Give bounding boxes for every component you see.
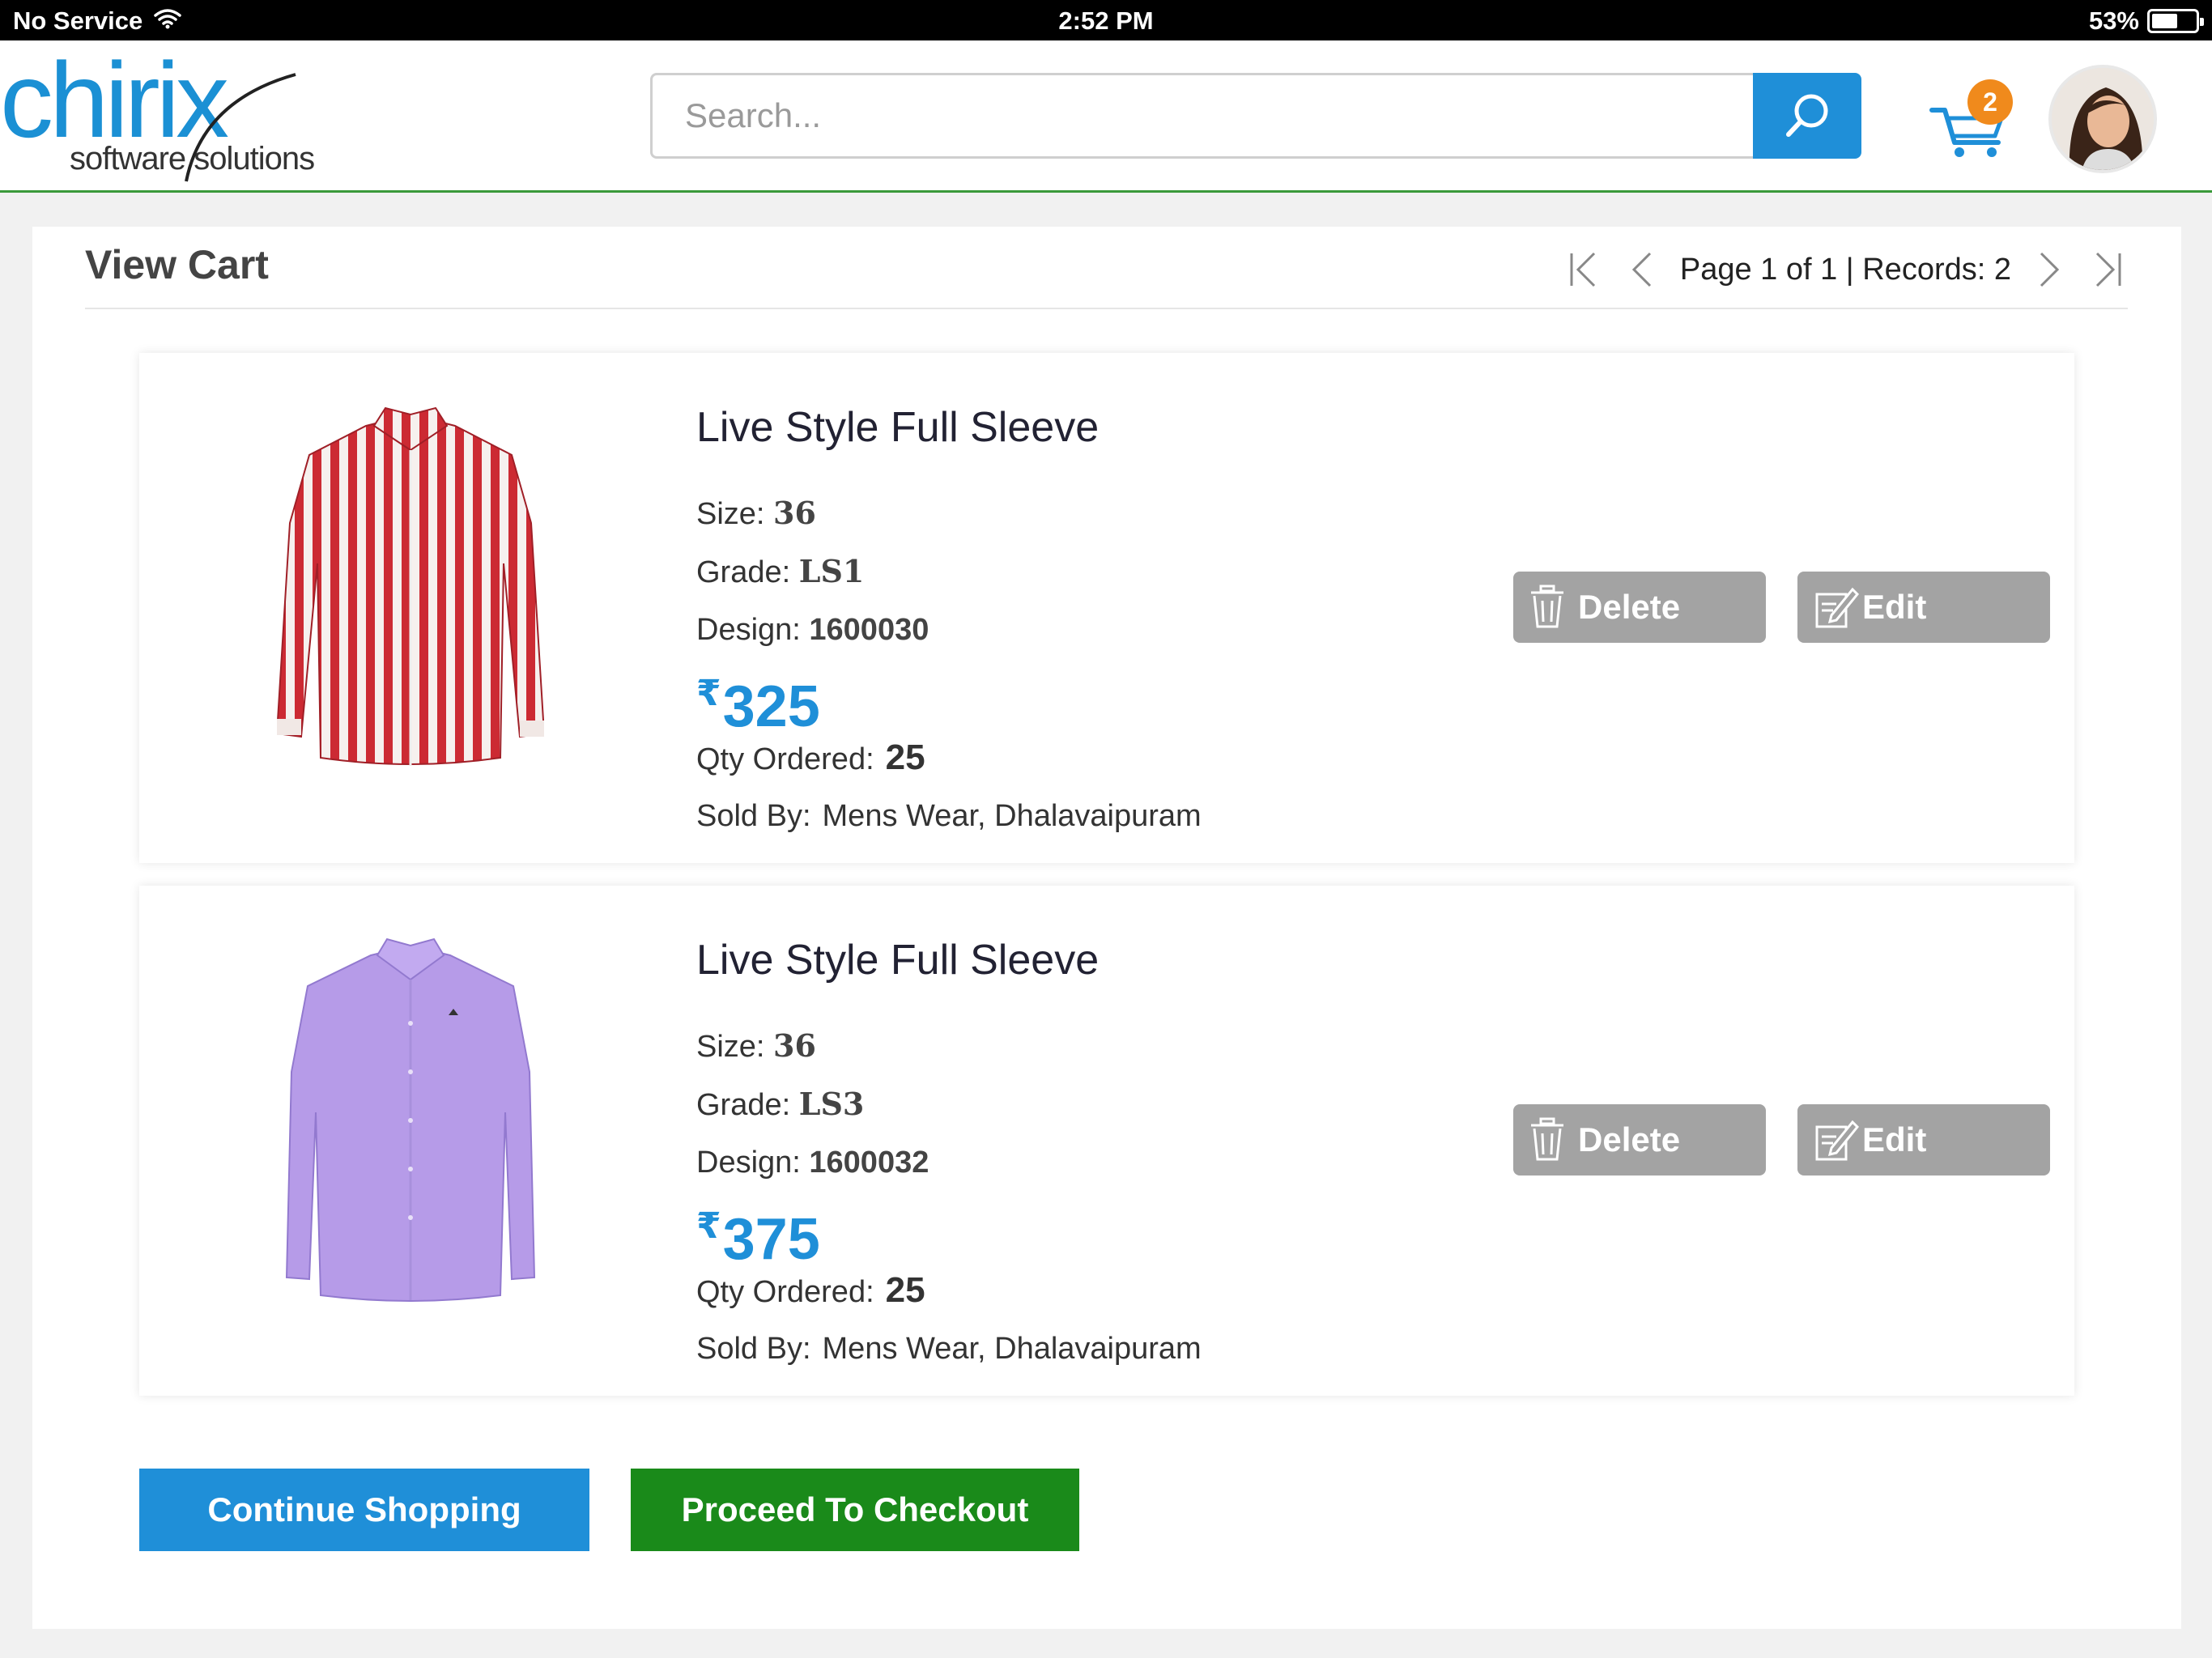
- qty-label: Qty Ordered:: [696, 742, 874, 776]
- size-label: Size:: [696, 1030, 765, 1064]
- grade-label: Grade:: [696, 1088, 791, 1122]
- user-avatar[interactable]: [2048, 65, 2157, 173]
- trash-icon: [1531, 585, 1563, 628]
- battery-icon: [2147, 9, 2204, 33]
- size-row: Size: 36: [696, 484, 1202, 542]
- edit-icon: [1815, 1120, 1859, 1161]
- qty-row: Qty Ordered: 25: [696, 729, 1202, 787]
- chirix-logo[interactable]: chirix software solutions: [0, 47, 340, 189]
- next-page-icon[interactable]: [2031, 247, 2069, 292]
- grade-row: Grade: LS3: [696, 1075, 1202, 1133]
- rupee-icon: ₹: [696, 674, 721, 713]
- design-row: Design: 1600030: [696, 601, 1202, 659]
- sold-by-label: Sold By:: [696, 799, 811, 833]
- first-page-icon[interactable]: [1563, 247, 1602, 292]
- sold-by-label: Sold By:: [696, 1332, 811, 1366]
- proceed-to-checkout-button[interactable]: Proceed To Checkout: [631, 1469, 1079, 1551]
- grade-row: Grade: LS1: [696, 542, 1202, 601]
- rupee-icon: ₹: [696, 1206, 721, 1246]
- cart-item: Live Style Full Sleeve Size: 36 Grade: L…: [139, 353, 2074, 863]
- size-label: Size:: [696, 497, 765, 531]
- sold-by-row: Sold By: Mens Wear, Dhalavaipuram: [696, 787, 1202, 845]
- avatar-photo: [2052, 68, 2154, 170]
- prev-page-icon[interactable]: [1622, 247, 1661, 292]
- grade-value: LS1: [798, 553, 865, 589]
- search-button[interactable]: [1753, 73, 1861, 159]
- size-row: Size: 36: [696, 1017, 1202, 1075]
- delete-button[interactable]: Delete: [1513, 1104, 1766, 1175]
- price: ₹375: [696, 1192, 1202, 1272]
- qty-value: 25: [885, 738, 925, 777]
- search-icon: [1786, 94, 1828, 137]
- cart-panel: View Cart Page 1 of 1 | Records: 2 Live …: [32, 227, 2181, 1629]
- sold-by-row: Sold By: Mens Wear, Dhalavaipuram: [696, 1320, 1202, 1378]
- edit-icon: [1815, 587, 1859, 628]
- app-header: chirix software solutions 2: [0, 40, 2212, 193]
- page-title: View Cart: [85, 242, 269, 287]
- delete-label: Delete: [1578, 588, 1681, 626]
- trash-icon: [1531, 1117, 1563, 1161]
- edit-button[interactable]: Edit: [1797, 1104, 2050, 1175]
- price: ₹325: [696, 659, 1202, 739]
- cart-item: Live Style Full Sleeve Size: 36 Grade: L…: [139, 886, 2074, 1396]
- title-divider: [85, 308, 2128, 309]
- grade-value: LS3: [798, 1086, 865, 1122]
- cart-count-badge: 2: [1967, 79, 2013, 125]
- product-image-red-shirt: [277, 406, 544, 766]
- qty-label: Qty Ordered:: [696, 1275, 874, 1309]
- search-bar: [650, 73, 1861, 159]
- delete-button[interactable]: Delete: [1513, 572, 1766, 643]
- pagination: Page 1 of 1 | Records: 2: [1563, 241, 2128, 298]
- design-label: Design:: [696, 613, 801, 647]
- edit-label: Edit: [1862, 1120, 1927, 1158]
- battery-percent: 53%: [2088, 6, 2139, 35]
- size-value: 36: [773, 1027, 816, 1064]
- clock: 2:52 PM: [1058, 6, 1154, 35]
- continue-shopping-button[interactable]: Continue Shopping: [139, 1469, 589, 1551]
- edit-label: Edit: [1862, 588, 1927, 626]
- sold-by-value: Mens Wear, Dhalavaipuram: [822, 799, 1202, 833]
- grade-label: Grade:: [696, 555, 791, 589]
- design-value: 1600030: [809, 613, 929, 647]
- product-name[interactable]: Live Style Full Sleeve: [696, 936, 1202, 984]
- design-label: Design:: [696, 1146, 801, 1180]
- pagination-status: Page 1 of 1 | Records: 2: [1679, 252, 2011, 287]
- edit-button[interactable]: Edit: [1797, 572, 2050, 643]
- delete-label: Delete: [1578, 1120, 1681, 1158]
- logo-swoosh-icon: [185, 73, 296, 182]
- product-name[interactable]: Live Style Full Sleeve: [696, 403, 1202, 452]
- item-details: Live Style Full Sleeve Size: 36 Grade: L…: [696, 936, 1202, 1378]
- cart-button[interactable]: 2: [1927, 79, 2016, 160]
- qty-value: 25: [885, 1270, 925, 1310]
- status-bar: No Service 2:52 PM 53%: [0, 0, 2212, 40]
- size-value: 36: [773, 495, 816, 531]
- product-image-lavender-shirt: [285, 937, 536, 1302]
- design-value: 1600032: [809, 1146, 929, 1180]
- qty-row: Qty Ordered: 25: [696, 1261, 1202, 1320]
- design-row: Design: 1600032: [696, 1133, 1202, 1192]
- sold-by-value: Mens Wear, Dhalavaipuram: [822, 1332, 1202, 1366]
- item-details: Live Style Full Sleeve Size: 36 Grade: L…: [696, 403, 1202, 845]
- last-page-icon[interactable]: [2089, 247, 2128, 292]
- search-input[interactable]: [650, 73, 1753, 159]
